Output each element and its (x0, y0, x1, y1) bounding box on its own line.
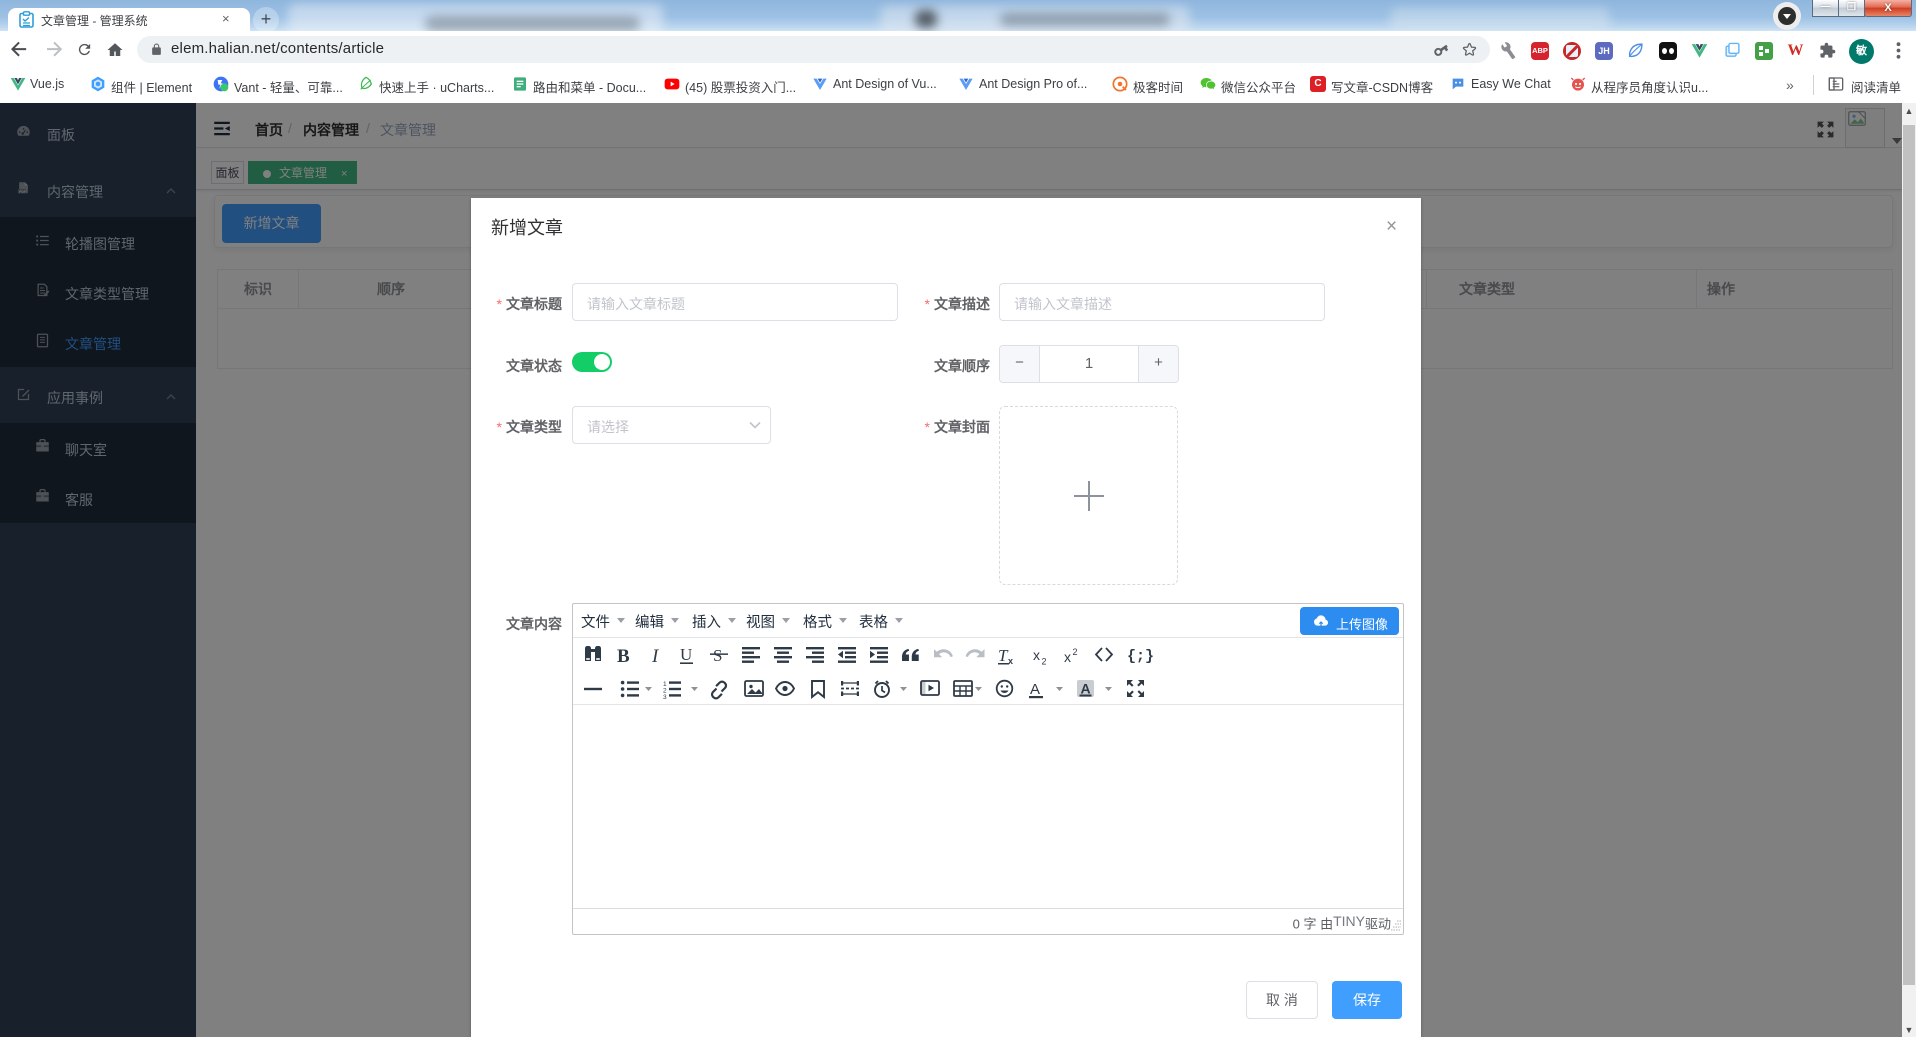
svg-text:2: 2 (1073, 647, 1078, 657)
svg-text:{;}: {;} (1127, 648, 1154, 665)
svg-text:S: S (713, 646, 722, 665)
svg-text:U: U (680, 645, 692, 664)
svg-text:2: 2 (1042, 657, 1047, 667)
svg-text:I: I (651, 646, 660, 667)
svg-text:x: x (1008, 656, 1013, 666)
svg-text:x: x (1064, 649, 1071, 665)
svg-text:x: x (1033, 647, 1040, 663)
svg-text:A: A (1030, 681, 1040, 698)
svg-text:A: A (1081, 681, 1091, 697)
svg-text:B: B (617, 646, 630, 667)
svg-text:3: 3 (663, 694, 667, 701)
